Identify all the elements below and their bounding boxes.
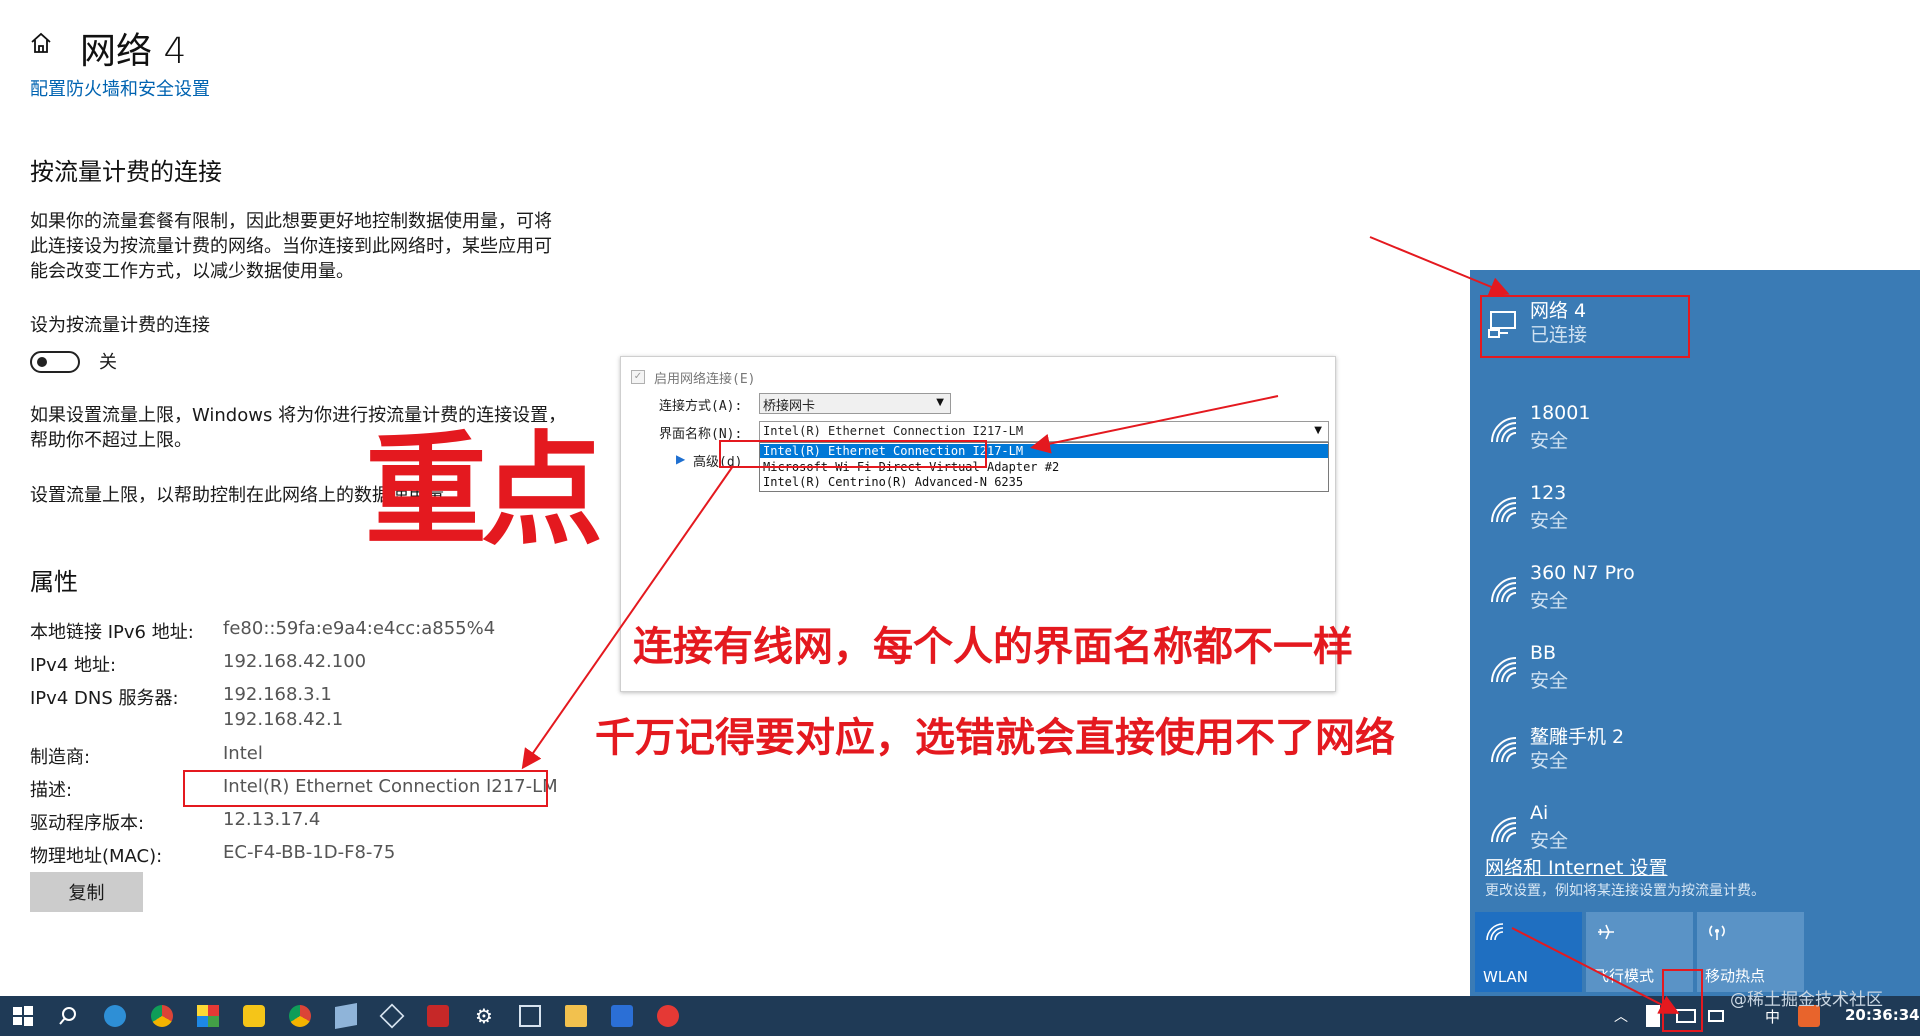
arrow-to-description (521, 465, 734, 770)
annotation-arrows (521, 236, 1680, 1014)
arrow-to-tray (1511, 927, 1680, 1014)
arrow-to-connected (1369, 236, 1510, 297)
arrow-to-interface (1030, 395, 1279, 454)
